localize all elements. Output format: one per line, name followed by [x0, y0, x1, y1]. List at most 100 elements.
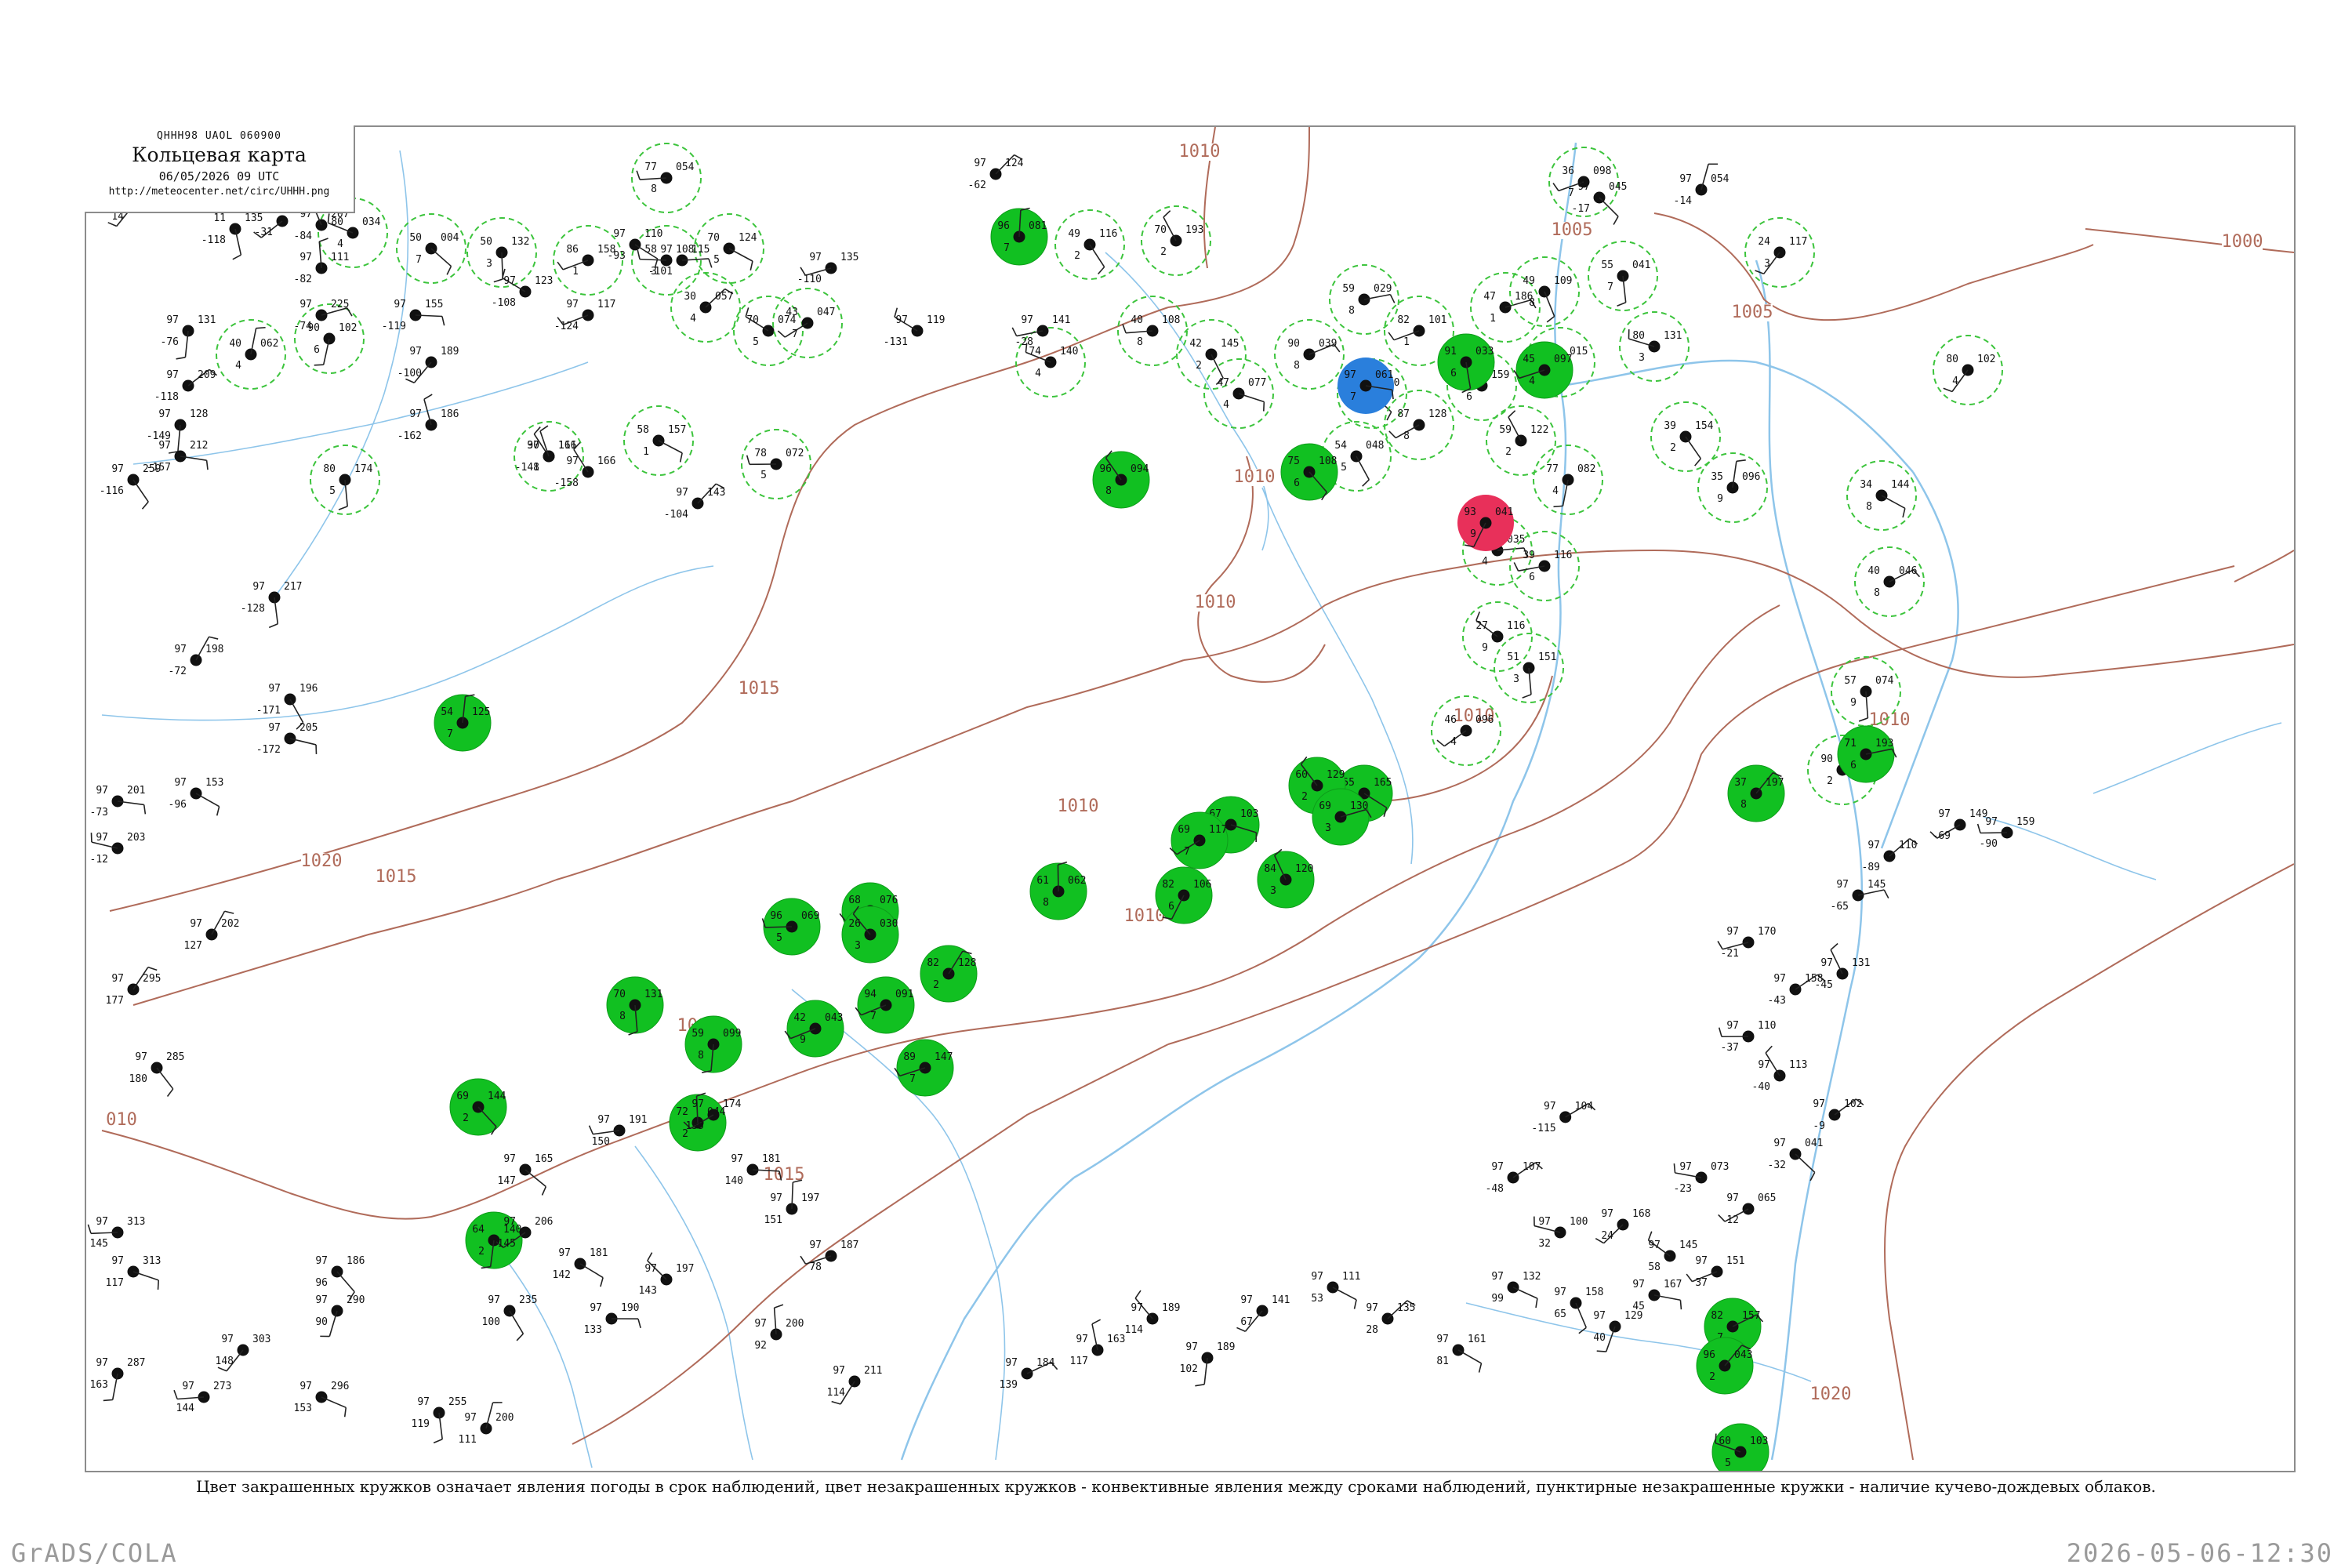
temperature-value: 97: [166, 314, 179, 326]
wind-feather: [338, 506, 348, 510]
isobar-line: [572, 1044, 1169, 1445]
station-model: 97 45 167: [1632, 1279, 1682, 1312]
station-model: 97 67 141: [1236, 1294, 1290, 1333]
wind-feather: [1353, 1299, 1357, 1309]
pressure-value: 069: [801, 910, 819, 922]
pressure-value: 135: [1397, 1302, 1415, 1314]
map-datetime: 06/05/2026 09 UTC: [158, 169, 280, 183]
pressure-value: 186: [441, 408, 459, 420]
dewpoint-value: 4: [1450, 736, 1457, 748]
wind-feather: [679, 452, 683, 463]
pressure-value: 117: [1209, 824, 1227, 836]
wind-feather: [1902, 508, 1906, 518]
pressure-value: 109: [1554, 275, 1572, 287]
dewpoint-value: 2: [1074, 250, 1080, 262]
isobar-line: [2234, 550, 2294, 583]
station-model: 47 4 077: [1217, 377, 1266, 412]
dewpoint-value: 7: [447, 728, 453, 740]
temperature-value: 43: [786, 307, 798, 318]
wind-feather: [441, 316, 445, 326]
pressure-value: 313: [127, 1216, 145, 1228]
temperature-value: 70: [707, 232, 720, 244]
dewpoint-value: 8: [619, 1011, 626, 1022]
station-model: 97 145 313: [87, 1216, 145, 1250]
dewpoint-value: -74: [294, 321, 313, 332]
wind-feather: [777, 330, 786, 338]
pressure-value: 163: [1107, 1334, 1125, 1345]
temperature-value: 54: [1334, 440, 1347, 452]
pressure-value: 041: [1495, 506, 1513, 518]
dewpoint-value: 2: [1709, 1371, 1715, 1383]
wind-barb: [1685, 436, 1702, 459]
temperature-value: 97: [660, 244, 673, 256]
wind-feather: [1718, 1214, 1726, 1222]
station-model: 97 -73 201: [90, 785, 147, 818]
dewpoint-value: -69: [1933, 830, 1951, 842]
temperature-value: 50: [480, 236, 492, 248]
wind-feather: [1508, 410, 1516, 418]
pressure-value: 048: [1366, 440, 1384, 452]
temperature-value: 97: [1632, 1279, 1645, 1290]
dewpoint-value: 6: [314, 344, 320, 356]
wind-feather: [1475, 612, 1481, 621]
temperature-value: 60: [1295, 769, 1308, 781]
temperature-value: 80: [323, 463, 336, 475]
station-model: 97 -14 054: [1674, 163, 1730, 207]
wind-feather: [1011, 327, 1018, 336]
dewpoint-value: 3: [486, 258, 492, 270]
wind-feather: [1883, 889, 1889, 899]
wind-feather: [107, 222, 118, 227]
dewpoint-value: 9: [1482, 642, 1488, 654]
pressure-value: 047: [817, 307, 835, 318]
pressure-value: 120: [1295, 863, 1313, 875]
pressure-value: 061: [1375, 369, 1393, 381]
pressure-value: 096: [1475, 714, 1494, 726]
dewpoint-value: -72: [169, 666, 187, 677]
wind-feather: [637, 1318, 641, 1328]
pressure-value: 181: [590, 1247, 608, 1259]
source-url[interactable]: http://meteocenter.net/circ/UHHH.png: [85, 186, 354, 198]
station-model: 97 127 202: [184, 910, 239, 952]
wind-feather: [1679, 1300, 1682, 1310]
temperature-value: 97: [1577, 181, 1590, 193]
temperature-value: 97: [644, 1263, 657, 1275]
wind-barb: [728, 248, 753, 262]
pressure-value: 062: [1068, 875, 1086, 887]
temperature-value: 70: [1154, 224, 1167, 236]
pressure-value: 106: [1193, 879, 1211, 891]
dewpoint-value: 111: [459, 1434, 477, 1446]
wind-feather: [516, 1333, 524, 1341]
temperature-value: 72: [676, 1106, 688, 1118]
temperature-value: 58: [637, 424, 649, 436]
wind-barb: [430, 248, 452, 267]
isobar-lines: [101, 127, 2294, 1461]
temperature-value: 97: [96, 1216, 108, 1228]
pressure-value: 030: [880, 918, 898, 930]
pressure-value: 131: [1852, 957, 1870, 969]
wind-feather: [1091, 1319, 1102, 1325]
station-model: 97 -118 209: [154, 368, 218, 403]
map-info-box: QHHH98 UAOL 060900 Кольцевая карта 06/05…: [85, 125, 355, 213]
dewpoint-value: 119: [412, 1418, 430, 1430]
wind-barb: [156, 1067, 174, 1090]
temperature-value: 97: [1005, 1357, 1018, 1369]
pressure-value: 110: [1758, 1020, 1776, 1032]
pressure-value: 191: [629, 1114, 647, 1126]
dewpoint-value: 142: [553, 1269, 571, 1281]
station-model: 97 -12 203: [90, 832, 146, 866]
station-model: 40 8 108: [1122, 314, 1180, 348]
pressure-value: 158: [1585, 1287, 1603, 1298]
dewpoint-value: 4: [1952, 376, 1958, 387]
wind-feather: [1163, 210, 1171, 218]
temperature-value: 97: [1491, 1271, 1504, 1283]
dewpoint-value: 2: [1196, 360, 1202, 372]
wind-barb: [1210, 354, 1224, 379]
temperature-value: 97: [809, 252, 822, 263]
station-model: 90 8 039: [1287, 338, 1341, 372]
pressure-value: 287: [127, 1357, 145, 1369]
dewpoint-value: 8: [1137, 336, 1143, 348]
pressure-value: 154: [1695, 420, 1714, 432]
dewpoint-value: 177: [106, 995, 124, 1007]
dewpoint-value: -9: [1813, 1120, 1825, 1132]
temperature-value: 97: [1436, 1334, 1449, 1345]
